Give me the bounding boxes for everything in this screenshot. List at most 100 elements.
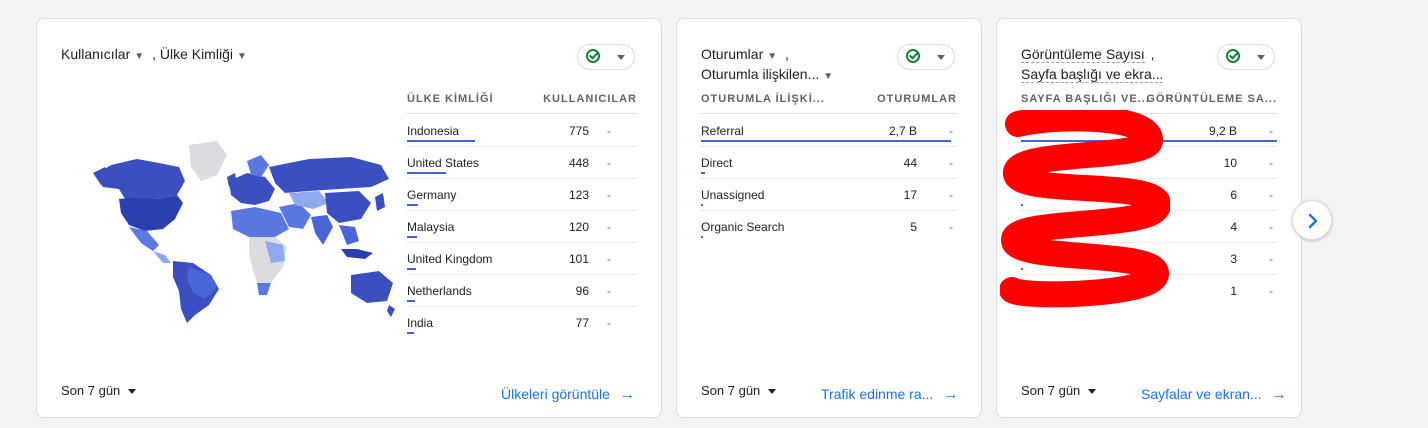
users-by-country-card: Kullanıcılar ▼ , Ülke Kimliği ▼ ÜLKE KİM… [36, 18, 662, 418]
caret-down-icon [937, 55, 945, 60]
row-label: Organic Search [701, 220, 785, 234]
column-header-dimension: OTURUMLA İLİŞKİ... [701, 93, 825, 105]
redaction-scribble [1000, 110, 1170, 308]
caret-down-icon: ▼ [823, 71, 834, 82]
table-row[interactable]: Organic Search 5 - [701, 211, 957, 243]
caret-down-icon [1257, 55, 1265, 60]
table-row[interactable]: Referral 2,7 B - [701, 115, 957, 147]
date-range-selector[interactable]: Son 7 gün [1021, 383, 1097, 398]
caret-down-icon [128, 389, 137, 395]
caret-down-icon: ▼ [767, 51, 778, 62]
table-row[interactable]: Malaysia 120 - [407, 211, 637, 243]
row-change: - [607, 316, 611, 330]
row-label: Indonesia [407, 124, 460, 138]
row-label: Referral [701, 124, 744, 138]
arrow-right-icon: → [619, 386, 635, 403]
row-change: - [607, 156, 611, 170]
map-new-zealand [387, 305, 395, 317]
dimension-selector[interactable]: , Ülke Kimliği ▼ [152, 46, 247, 62]
row-change: - [1269, 284, 1273, 298]
row-change: - [1269, 124, 1273, 138]
header-divider [407, 113, 637, 114]
map-central-america [153, 251, 171, 263]
map-russia [269, 157, 389, 193]
row-change: - [949, 156, 953, 170]
column-header-metric[interactable]: GÖRÜNTÜLEME SA... [1146, 93, 1277, 105]
map-europe [229, 173, 275, 205]
date-range-selector[interactable]: Son 7 gün [61, 383, 137, 398]
row-label: Netherlands [407, 284, 472, 298]
row-value: 5 [910, 220, 917, 234]
row-share-bar [407, 172, 446, 174]
card-title-line1[interactable]: Görüntüleme Sayısı , [1021, 44, 1155, 64]
card-title-line2[interactable]: Oturumla ilişkilen... ▼ [701, 64, 833, 87]
row-value: 120 [568, 220, 589, 234]
row-label: Direct [701, 156, 733, 170]
row-value: 775 [568, 124, 589, 138]
row-value: 101 [568, 252, 589, 266]
row-share-bar [407, 204, 418, 206]
map-india [311, 215, 333, 245]
row-value: 77 [575, 316, 589, 330]
table-row[interactable]: United Kingdom 101 - [407, 243, 637, 275]
world-map [93, 141, 395, 323]
table-row[interactable]: Germany 123 - [407, 179, 637, 211]
map-southeast-asia [339, 225, 359, 245]
row-value: 1 [1230, 284, 1237, 298]
row-label: United States [407, 156, 480, 170]
row-change: - [607, 252, 611, 266]
map-south-africa [257, 283, 271, 295]
row-label: Malaysia [407, 220, 455, 234]
table-row[interactable]: Indonesia 775 - [407, 115, 637, 147]
date-range-selector[interactable]: Son 7 gün [701, 383, 777, 398]
row-label: Unassigned [701, 188, 765, 202]
caret-down-icon [768, 389, 777, 395]
row-value: 123 [568, 188, 589, 202]
comparison-status-button[interactable] [897, 44, 955, 70]
table-row[interactable]: India 77 - [407, 307, 637, 339]
card-title-line2[interactable]: Sayfa başlığı ve ekra... [1021, 64, 1164, 84]
next-card-button[interactable] [1292, 200, 1332, 240]
row-change: - [607, 124, 611, 138]
row-label: Germany [407, 188, 457, 202]
row-value: 17 [903, 188, 917, 202]
row-share-bar [407, 300, 415, 302]
row-value: 96 [575, 284, 589, 298]
comparison-status-button[interactable] [1217, 44, 1275, 70]
row-value: 2,7 B [888, 124, 917, 138]
map-usa [119, 195, 183, 231]
view-pages-link[interactable]: Sayfalar ve ekran... → [1141, 386, 1287, 403]
row-change: - [607, 284, 611, 298]
metric-selector[interactable]: Kullanıcılar ▼ [61, 46, 144, 62]
row-share-bar [407, 140, 475, 142]
row-value: 4 [1230, 220, 1237, 234]
row-share-bar [407, 236, 417, 238]
view-countries-link[interactable]: Ülkeleri görüntüle → [501, 386, 635, 403]
row-share-bar [701, 140, 951, 142]
row-value: 10 [1223, 156, 1237, 170]
row-change: - [949, 188, 953, 202]
sessions-by-channel-card: Oturumlar ▼ , Oturumla ilişkilen... ▼ OTUR… [676, 18, 982, 418]
card-title: Kullanıcılar ▼ , Ülke Kimliği ▼ [61, 44, 247, 67]
caret-down-icon [1088, 389, 1097, 395]
caret-down-icon [617, 55, 625, 60]
comparison-status-button[interactable] [577, 44, 635, 70]
row-label: United Kingdom [407, 252, 493, 266]
table-row[interactable]: United States 448 - [407, 147, 637, 179]
row-share-bar [407, 332, 414, 334]
check-circle-icon [586, 49, 600, 63]
column-header-metric[interactable]: OTURUMLAR [877, 93, 957, 105]
map-indonesia [341, 249, 373, 259]
column-header-metric[interactable]: KULLANICILAR [543, 93, 637, 105]
table-row[interactable]: Direct 44 - [701, 147, 957, 179]
map-greenland [189, 141, 227, 181]
map-mexico [129, 227, 159, 251]
row-change: - [1269, 156, 1273, 170]
view-traffic-acquisition-link[interactable]: Trafik edinme ra... → [821, 386, 958, 403]
row-value: 6 [1230, 188, 1237, 202]
check-circle-icon [1226, 49, 1240, 63]
table-row[interactable]: Unassigned 17 - [701, 179, 957, 211]
row-value: 448 [568, 156, 589, 170]
map-china [325, 191, 371, 223]
table-row[interactable]: Netherlands 96 - [407, 275, 637, 307]
